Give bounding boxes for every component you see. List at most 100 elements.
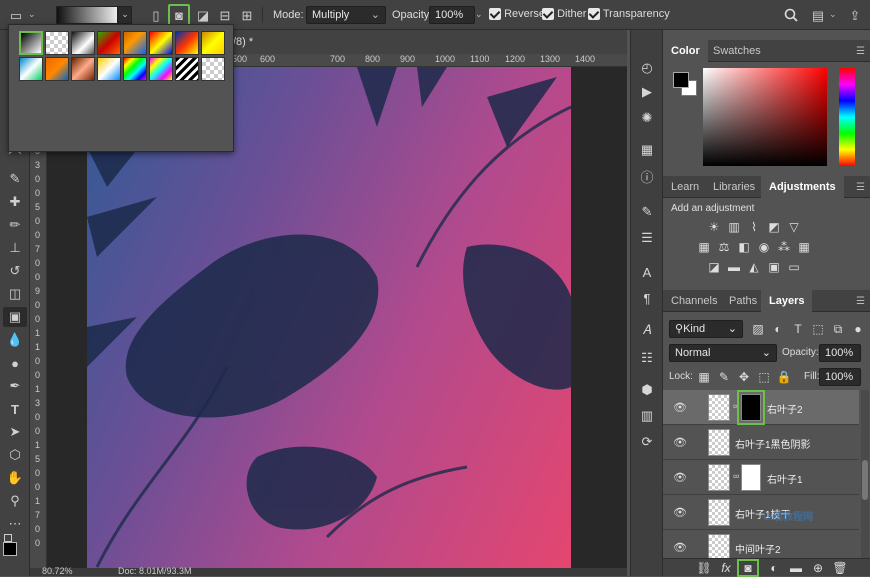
brushes-icon[interactable]: ✎ xyxy=(637,202,657,222)
chevron-down-icon[interactable]: ⌄ xyxy=(829,9,837,27)
healing-brush-icon[interactable]: ✚ xyxy=(3,192,27,212)
filter-toggle-icon[interactable]: ● xyxy=(851,322,865,336)
tab-learn[interactable]: Learn xyxy=(663,176,707,198)
mode-select[interactable]: Multiply ⌄ xyxy=(306,6,386,24)
brush-tool-icon[interactable]: ✏ xyxy=(3,215,27,235)
layer-thumbnail[interactable] xyxy=(708,534,730,558)
layer-thumbnail[interactable] xyxy=(708,429,730,456)
filter-smart-icon[interactable]: ⧉ xyxy=(831,322,845,336)
visibility-eye-icon[interactable]: 👁 xyxy=(673,401,687,414)
eyedropper-tool-icon[interactable]: ✎ xyxy=(3,169,27,189)
actions-icon[interactable]: ▶ xyxy=(637,82,657,102)
hand-tool-icon[interactable]: ✋ xyxy=(3,468,27,488)
selective-color-icon[interactable]: ▣ xyxy=(767,260,781,274)
gradient-swatch[interactable] xyxy=(175,57,199,81)
link-layers-icon[interactable]: ⛓ xyxy=(696,561,711,575)
adjust-icon[interactable]: ☷ xyxy=(637,348,657,368)
gradient-swatch[interactable] xyxy=(149,57,173,81)
paragraph-icon[interactable]: ¶ xyxy=(637,288,657,308)
tab-swatches[interactable]: Swatches xyxy=(705,40,769,62)
blur-tool-icon[interactable]: 💧 xyxy=(3,330,27,350)
timeline-icon[interactable]: ▥ xyxy=(637,406,657,426)
mask-link-icon[interactable]: ∞ xyxy=(733,471,739,481)
3d-icon[interactable]: ⬢ xyxy=(637,380,657,400)
gradient-swatch[interactable] xyxy=(149,31,173,55)
clone-source-icon[interactable]: ⟳ xyxy=(637,432,657,452)
layer-row[interactable]: 👁 中间叶子2 xyxy=(663,530,859,558)
opacity-input[interactable]: 100% xyxy=(429,6,475,24)
filter-shape-icon[interactable]: ⬚ xyxy=(811,322,825,336)
visibility-eye-icon[interactable]: 👁 xyxy=(673,471,687,484)
chevron-down-icon[interactable]: ⌄ xyxy=(475,9,483,27)
panel-menu-icon[interactable]: ☰ xyxy=(856,296,865,307)
brush-settings-icon[interactable]: ✺ xyxy=(637,108,657,128)
visibility-eye-icon[interactable]: 👁 xyxy=(673,436,687,449)
zoom-level[interactable]: 80.72% xyxy=(42,566,73,576)
history-icon[interactable]: ◴ xyxy=(637,58,657,78)
transparency-checkbox[interactable]: Transparency xyxy=(588,8,670,26)
lock-transparent-icon[interactable]: ▦ xyxy=(697,370,711,384)
layers-scrollbar[interactable] xyxy=(861,390,869,558)
layer-row[interactable]: 👁 ∞ 右叶子2 xyxy=(663,390,859,425)
curves-icon[interactable]: ⌇ xyxy=(747,220,761,234)
gradient-swatch[interactable] xyxy=(97,57,121,81)
layer-thumbnail[interactable] xyxy=(708,394,730,421)
fx-icon[interactable]: fx xyxy=(719,561,733,575)
fill-input[interactable]: 100% xyxy=(819,368,861,386)
layer-thumbnail[interactable] xyxy=(708,464,730,491)
invert-icon[interactable]: ◪ xyxy=(707,260,721,274)
new-group-icon[interactable]: ▬ xyxy=(789,561,803,575)
diamond-gradient-button[interactable]: ⊞ xyxy=(237,5,257,25)
workspace-icon[interactable]: ▤ xyxy=(808,5,828,25)
brightness-icon[interactable]: ☀ xyxy=(707,220,721,234)
gradient-tool-icon[interactable]: ▣ xyxy=(3,307,27,327)
gradient-picker-dropdown[interactable]: ⌄ xyxy=(118,6,132,24)
delete-layer-icon[interactable]: 🗑 xyxy=(832,561,847,575)
posterize-icon[interactable]: ▬ xyxy=(727,260,741,274)
layer-mask-thumbnail[interactable] xyxy=(741,464,761,491)
gradient-tool-preset-icon[interactable]: ▭ xyxy=(6,5,26,25)
layer-row[interactable]: 👁 右叶子1枝干 xyxy=(663,495,859,530)
default-colors-icon[interactable] xyxy=(4,534,12,542)
gradient-swatch[interactable] xyxy=(201,57,225,81)
add-mask-icon[interactable]: ◙ xyxy=(737,559,759,577)
tab-libraries[interactable]: Libraries xyxy=(705,176,763,198)
lock-pixels-icon[interactable]: ✎ xyxy=(717,370,731,384)
new-layer-icon[interactable]: ⊕ xyxy=(811,561,825,575)
pen-tool-icon[interactable]: ✒ xyxy=(3,376,27,396)
radial-gradient-button[interactable]: ◙ xyxy=(168,4,190,26)
dither-checkbox[interactable]: Dither xyxy=(542,8,586,26)
blend-mode-select[interactable]: Normal ⌄ xyxy=(669,344,777,362)
color-field[interactable] xyxy=(703,68,827,166)
visibility-eye-icon[interactable]: 👁 xyxy=(673,506,687,519)
foreground-color-swatch[interactable] xyxy=(3,542,17,556)
gradient-swatch[interactable] xyxy=(71,57,95,81)
hue-saturation-icon[interactable]: ▦ xyxy=(697,240,711,254)
mask-link-icon[interactable]: ∞ xyxy=(733,401,739,411)
glyphs-icon[interactable]: 𝐴 xyxy=(637,320,657,340)
filter-type-icon[interactable]: T xyxy=(791,322,805,336)
visibility-eye-icon[interactable]: 👁 xyxy=(673,541,687,554)
gradient-swatch[interactable] xyxy=(45,57,69,81)
layer-thumbnail[interactable] xyxy=(708,499,730,526)
gradient-swatch[interactable] xyxy=(123,57,147,81)
share-icon[interactable]: ⇪ xyxy=(845,5,865,25)
foreground-color-chip[interactable] xyxy=(673,72,689,88)
panel-menu-icon[interactable]: ☰ xyxy=(856,182,865,193)
scrollbar-thumb[interactable] xyxy=(862,460,868,500)
reflected-gradient-button[interactable]: ⊟ xyxy=(215,5,235,25)
paragraph-styles-icon[interactable]: ☰ xyxy=(637,228,657,248)
exposure-icon[interactable]: ◩ xyxy=(767,220,781,234)
gradient-swatch[interactable] xyxy=(45,31,69,55)
shape-tool-icon[interactable]: ⬡ xyxy=(3,445,27,465)
eraser-tool-icon[interactable]: ◫ xyxy=(3,284,27,304)
properties-icon[interactable]: ▦ xyxy=(637,140,657,160)
lock-position-icon[interactable]: ✥ xyxy=(737,370,751,384)
gradient-swatch[interactable] xyxy=(175,31,199,55)
tab-layers[interactable]: Layers xyxy=(761,290,813,312)
levels-icon[interactable]: ▥ xyxy=(727,220,741,234)
info-icon[interactable]: ⓘ xyxy=(637,166,657,186)
search-icon[interactable] xyxy=(781,5,801,25)
path-selection-icon[interactable]: ➤ xyxy=(3,422,27,442)
gradient-preview[interactable] xyxy=(56,6,118,24)
